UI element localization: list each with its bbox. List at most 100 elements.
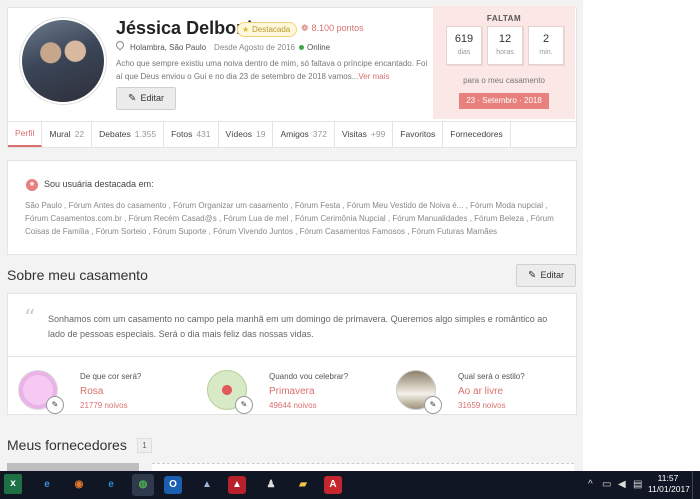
edit-profile-button[interactable]: ✎ Editar <box>116 87 176 110</box>
edit-season-icon[interactable]: ✎ <box>235 396 253 414</box>
minutes-label: min. <box>539 49 553 56</box>
hours-value: 12 <box>498 33 512 45</box>
tab-label: Favoritos <box>400 129 436 139</box>
edit-color-icon[interactable]: ✎ <box>46 396 64 414</box>
tab-label: Perfil <box>15 128 35 138</box>
tab-perfil[interactable]: Perfil <box>8 122 43 147</box>
tab-count: 19 <box>255 129 266 139</box>
online-status: Online <box>307 43 331 52</box>
chrome-icon[interactable]: ◍ <box>132 474 154 496</box>
tab-label: Fotos <box>171 129 193 139</box>
feature-count: 49644 noivos <box>269 401 317 410</box>
feature-answer[interactable]: Primavera <box>269 386 315 397</box>
users-app-icon[interactable]: ♟ <box>260 474 282 496</box>
points-label: 8.100 pontos <box>311 23 364 33</box>
ie-icon[interactable]: e <box>100 474 122 496</box>
pencil-icon: ✎ <box>528 270 537 281</box>
quote-icon: “ <box>24 306 36 331</box>
tab-label: Fornecedores <box>450 129 503 139</box>
countdown-title: FALTAM <box>486 14 522 23</box>
wedding-season: ✎ Quando vou celebrar? Primavera 49644 n… <box>207 366 387 414</box>
feature-question: Qual será o estilo? <box>458 372 525 381</box>
tab-label: Vídeos <box>225 129 252 139</box>
network-icon[interactable]: ▭ <box>602 471 611 499</box>
tab-fotos[interactable]: Fotos 431 <box>164 122 219 147</box>
feature-question: Quando vou celebrar? <box>269 372 349 381</box>
tray-chevron-icon[interactable]: ^ <box>588 471 593 499</box>
folder-icon[interactable]: ▰ <box>292 474 314 496</box>
feature-answer[interactable]: Rosa <box>80 386 103 397</box>
divider <box>8 356 576 357</box>
system-clock[interactable]: 11:57 11/01/2017 <box>648 473 690 495</box>
feature-answer[interactable]: Ao ar livre <box>458 386 503 397</box>
online-dot-icon <box>299 45 304 50</box>
minutes-value: 2 <box>542 33 550 45</box>
edge-icon[interactable]: e <box>36 474 58 496</box>
featured-forums-list[interactable]: São Paulo , Fórum Antes do casamento , F… <box>25 199 570 238</box>
avatar[interactable] <box>20 18 106 104</box>
points-icon: ❁ <box>301 23 309 33</box>
wedding-countdown: FALTAM 619 dias 12 horas 2 min. para o m… <box>433 6 575 119</box>
tab-debates[interactable]: Debates 1.355 <box>92 122 165 147</box>
suppliers-title: Meus fornecedores <box>7 437 127 453</box>
firefox-icon[interactable]: ◉ <box>68 474 90 496</box>
tab-visitas[interactable]: Visitas +99 <box>335 122 394 147</box>
wedding-section-title: Sobre meu casamento <box>7 267 148 283</box>
featured-forums-card: ★ Sou usuária destacada em: São Paulo , … <box>7 160 577 255</box>
location: Holambra, São Paulo <box>130 43 207 52</box>
tab-label: Visitas <box>341 129 367 139</box>
location-row: Holambra, São Paulo Desde Agosto de 2016 O… <box>114 39 331 52</box>
countdown-hours: 12 horas <box>487 26 523 65</box>
excel-icon[interactable]: x <box>4 474 22 494</box>
days-value: 619 <box>454 33 474 45</box>
tab-videos[interactable]: Vídeos 19 <box>219 122 274 147</box>
feature-question: De que cor será? <box>80 372 142 381</box>
featured-title: Sou usuária destacada em: <box>44 179 154 189</box>
hours-label: horas <box>496 49 514 56</box>
tab-count: 431 <box>196 129 211 139</box>
countdown-minutes: 2 min. <box>528 26 564 65</box>
wedding-color: ✎ De que cor será? Rosa 21779 noivos <box>18 366 198 414</box>
feature-count: 21779 noivos <box>80 401 128 410</box>
profile-page: Jéssica Delboni Destacada ❁8.100 pontos … <box>0 0 700 472</box>
pdf-icon[interactable]: A <box>324 476 342 494</box>
star-icon: ★ <box>26 179 38 191</box>
tab-label: Amigos <box>280 129 309 139</box>
edit-wedding-label: Editar <box>540 270 564 280</box>
edit-wedding-button[interactable]: ✎ Editar <box>516 264 576 287</box>
right-gutter <box>583 0 700 471</box>
tab-label: Mural <box>49 129 71 139</box>
wedding-date: 23 · Setembro · 2018 <box>459 93 549 109</box>
tab-count: 1.355 <box>134 129 157 139</box>
notification-icon[interactable]: ▤ <box>633 471 642 499</box>
network-app-icon[interactable]: ▲ <box>196 474 218 496</box>
read-more-link[interactable]: Ver mais <box>358 72 389 81</box>
edit-profile-label: Editar <box>140 93 164 103</box>
clock-date: 11/01/2017 <box>648 484 690 494</box>
countdown-subtitle: para o meu casamento <box>463 76 545 85</box>
suppliers-count: 1 <box>137 438 152 453</box>
profile-tabs: Perfil Mural 22 Debates 1.355 Fotos 431 Víd… <box>7 121 577 148</box>
points[interactable]: ❁ 8.100 pontos <box>301 23 364 34</box>
bio: Acho que sempre existiu uma noiva dentro… <box>116 57 434 83</box>
outlook-icon[interactable]: O <box>164 476 182 494</box>
tab-count: 22 <box>74 129 85 139</box>
tab-fornecedores[interactable]: Fornecedores <box>443 122 511 147</box>
feature-count: 31659 noivos <box>458 401 506 410</box>
pencil-icon: ✎ <box>128 93 137 104</box>
volume-icon[interactable]: ◀ <box>618 471 626 499</box>
tab-count: +99 <box>370 129 386 139</box>
edit-style-icon[interactable]: ✎ <box>424 396 442 414</box>
tab-count: 372 <box>312 129 327 139</box>
tab-favoritos[interactable]: Favoritos <box>393 122 444 147</box>
windows-taskbar: X e ◉ e ◍ O ▲ ▲ ♟ ▰ A ^ ▭ ◀ ▤ 11:57 11/0… <box>0 471 700 499</box>
clock-time: 11:57 <box>657 473 679 483</box>
wedding-style: ✎ Qual será o estilo? Ao ar livre 31659 … <box>396 366 576 414</box>
featured-badge: Destacada <box>237 22 298 37</box>
media-app-icon[interactable]: ▲ <box>228 476 246 494</box>
countdown-days: 619 dias <box>446 26 482 65</box>
show-desktop-button[interactable] <box>692 471 700 499</box>
tab-mural[interactable]: Mural 22 <box>42 122 93 147</box>
supplier-card[interactable] <box>7 463 139 471</box>
tab-amigos[interactable]: Amigos 372 <box>273 122 335 147</box>
